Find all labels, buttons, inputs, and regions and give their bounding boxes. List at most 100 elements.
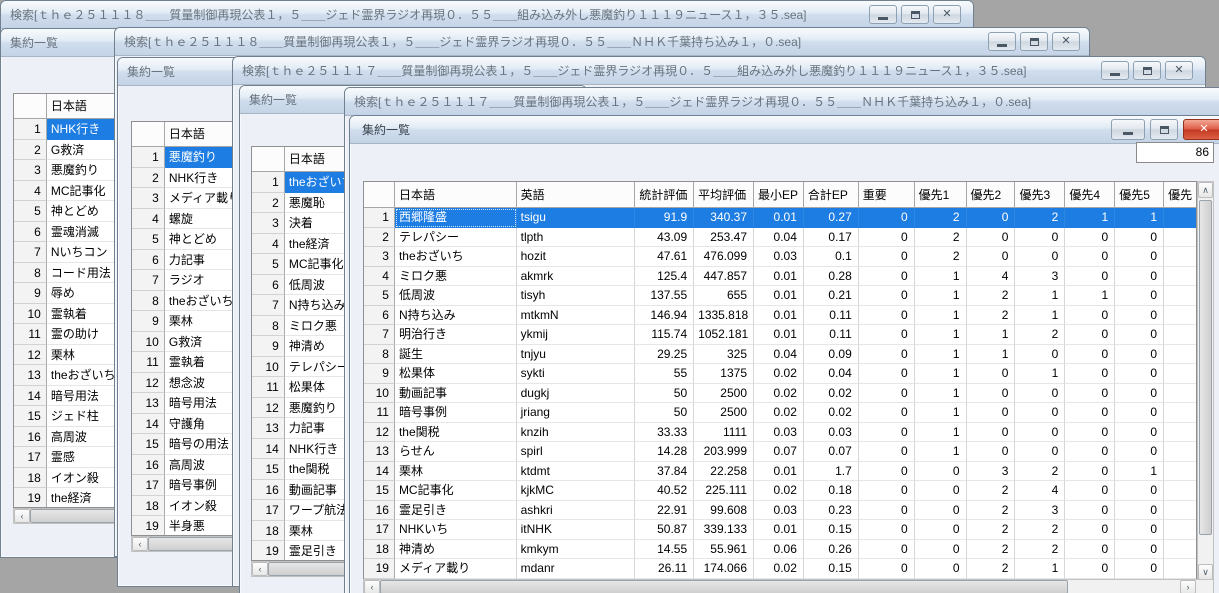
table-row[interactable]: 3 theおざいち hozit 47.61 476.099 0.03 0.1 0 2 0 0 0 0 <box>364 247 1196 267</box>
cell[interactable]: 22.258 <box>694 461 754 481</box>
table-row[interactable]: 9 松果体 sykti 55 1375 0.02 0.04 0 1 0 1 0 0 <box>364 364 1196 384</box>
cell[interactable]: らせん <box>394 442 517 462</box>
scroll-down-button[interactable]: ∨ <box>1198 564 1213 580</box>
cell[interactable]: 1 <box>1115 208 1165 228</box>
cell[interactable] <box>1164 384 1196 403</box>
row-number[interactable]: 14 <box>132 413 165 434</box>
row-number[interactable]: 9 <box>132 311 165 332</box>
cell[interactable]: 1 <box>914 383 967 403</box>
cell[interactable]: tnjyu <box>516 344 636 364</box>
cell[interactable]: 2500 <box>694 403 754 423</box>
row-number[interactable]: 12 <box>132 372 165 393</box>
column-header[interactable]: 平均評価 <box>694 182 755 208</box>
cell[interactable]: mtkmN <box>516 305 636 325</box>
row-number[interactable]: 19 <box>364 559 395 579</box>
cell[interactable]: 340.37 <box>694 208 754 228</box>
row-number[interactable]: 1 <box>252 172 285 193</box>
table-row[interactable]: 8 誕生 tnjyu 29.25 325 0.04 0.09 0 1 1 0 0 0 <box>364 344 1196 364</box>
row-number[interactable]: 15 <box>14 406 47 427</box>
cell[interactable]: 0 <box>914 539 967 559</box>
cell[interactable]: tisyh <box>516 286 636 306</box>
cell[interactable]: 325 <box>694 344 754 364</box>
cell[interactable]: 暗号事例 <box>394 403 517 423</box>
cell[interactable]: 339.133 <box>694 520 754 540</box>
cell[interactable]: 50 <box>635 383 695 403</box>
row-number[interactable]: 6 <box>252 274 285 295</box>
table-row[interactable]: 16 霊足引き ashkri 22.91 99.608 0.03 0.23 0 0 2 3 0 0 <box>364 500 1196 520</box>
restore-button[interactable] <box>1133 61 1161 80</box>
cell[interactable]: 低周波 <box>394 286 517 306</box>
cell[interactable]: 0 <box>1115 305 1165 325</box>
cell[interactable]: 0 <box>1015 422 1066 442</box>
cell[interactable]: 0 <box>1065 442 1116 462</box>
column-header[interactable]: 優先4 <box>1065 182 1116 208</box>
cell[interactable]: 50.87 <box>635 520 695 540</box>
titlebar[interactable]: 検索[ｔｈｅ２５１１１７＿＿質量制御再現公表１，５＿＿ジェド霊界ラジオ再現０．５… <box>233 57 1205 85</box>
cell[interactable] <box>1164 286 1196 306</box>
cell[interactable]: 0.07 <box>754 442 804 462</box>
cell[interactable]: 1 <box>1015 559 1066 579</box>
cell[interactable]: 0 <box>858 325 915 345</box>
restore-button[interactable] <box>901 5 929 24</box>
row-number[interactable]: 2 <box>132 167 165 188</box>
cell[interactable]: akmrk <box>516 266 636 286</box>
cell[interactable]: 137.55 <box>635 286 695 306</box>
cell[interactable]: 0 <box>858 422 915 442</box>
cell[interactable]: 0.17 <box>803 227 859 247</box>
cell[interactable]: 14.28 <box>635 442 695 462</box>
table-row[interactable]: 13 らせん spirl 14.28 203.999 0.07 0.07 0 1 0 0 0 0 <box>364 442 1196 462</box>
cell[interactable]: 0.01 <box>754 325 804 345</box>
row-number[interactable]: 17 <box>252 500 285 521</box>
cell[interactable]: 174.066 <box>694 559 754 579</box>
cell[interactable]: 0 <box>1065 461 1116 481</box>
cell[interactable]: 0 <box>858 539 915 559</box>
table-row[interactable]: 15 MC記事化 kjkMC 40.52 225.111 0.02 0.18 0 0 2 4 0 0 <box>364 481 1196 501</box>
cell[interactable]: 0.04 <box>803 364 859 384</box>
cell[interactable]: 4 <box>1015 481 1066 501</box>
cell[interactable]: ykmij <box>516 325 636 345</box>
titlebar[interactable]: 検索[ｔｈｅ２５１１１７＿＿質量制御再現公表１，５＿＿ジェド霊界ラジオ再現０．５… <box>345 88 1219 116</box>
table-row[interactable]: 10 動画記事 dugkj 50 2500 0.02 0.02 0 1 0 0 0 0 <box>364 383 1196 403</box>
table-row[interactable]: 12 the関税 knzih 33.33 1111 0.03 0.03 0 1 0 0 0 0 <box>364 422 1196 442</box>
row-number[interactable]: 9 <box>14 283 47 304</box>
cell[interactable]: 33.33 <box>635 422 695 442</box>
horizontal-scrollbar[interactable]: ‹ › <box>363 579 1214 593</box>
cell[interactable]: 1 <box>914 266 967 286</box>
row-number[interactable]: 15 <box>252 459 285 480</box>
cell[interactable]: 1.7 <box>803 461 859 481</box>
scrollbar-thumb[interactable] <box>380 580 1068 593</box>
count-field[interactable]: 86 <box>1136 142 1214 163</box>
scroll-up-button[interactable]: ∧ <box>1198 182 1213 198</box>
cell[interactable]: 4 <box>966 266 1016 286</box>
cell[interactable]: 3 <box>1015 266 1066 286</box>
column-header[interactable]: 英語 <box>516 182 636 208</box>
cell[interactable]: 0.03 <box>754 422 804 442</box>
scroll-left-button[interactable]: ‹ <box>132 537 148 551</box>
cell[interactable]: 47.61 <box>635 247 695 267</box>
cell[interactable]: 0 <box>1065 325 1116 345</box>
row-number[interactable]: 6 <box>132 249 165 270</box>
row-number[interactable]: 19 <box>14 488 47 507</box>
row-number[interactable]: 10 <box>132 331 165 352</box>
cell[interactable]: itNHK <box>516 520 636 540</box>
cell[interactable]: 3 <box>1015 500 1066 520</box>
cell[interactable]: 0 <box>1115 383 1165 403</box>
cell[interactable]: 0 <box>1115 520 1165 540</box>
row-number[interactable]: 14 <box>252 438 285 459</box>
cell[interactable] <box>1164 247 1196 267</box>
cell[interactable] <box>1164 520 1196 540</box>
row-number[interactable]: 19 <box>252 541 285 560</box>
cell[interactable]: 西郷隆盛 <box>394 208 517 228</box>
cell[interactable]: 0 <box>1065 539 1116 559</box>
cell[interactable]: 1375 <box>694 364 754 384</box>
cell[interactable]: 0 <box>1115 500 1165 520</box>
cell[interactable]: テレパシー <box>394 227 517 247</box>
cell[interactable]: 99.608 <box>694 500 754 520</box>
cell[interactable]: 0.01 <box>754 208 804 228</box>
cell[interactable]: 0.11 <box>803 305 859 325</box>
cell[interactable]: 1 <box>914 403 967 423</box>
cell[interactable]: 0 <box>1115 481 1165 501</box>
column-header[interactable]: 合計EP <box>803 182 859 208</box>
cell[interactable]: 0 <box>966 364 1016 384</box>
cell[interactable]: 0 <box>1065 403 1116 423</box>
